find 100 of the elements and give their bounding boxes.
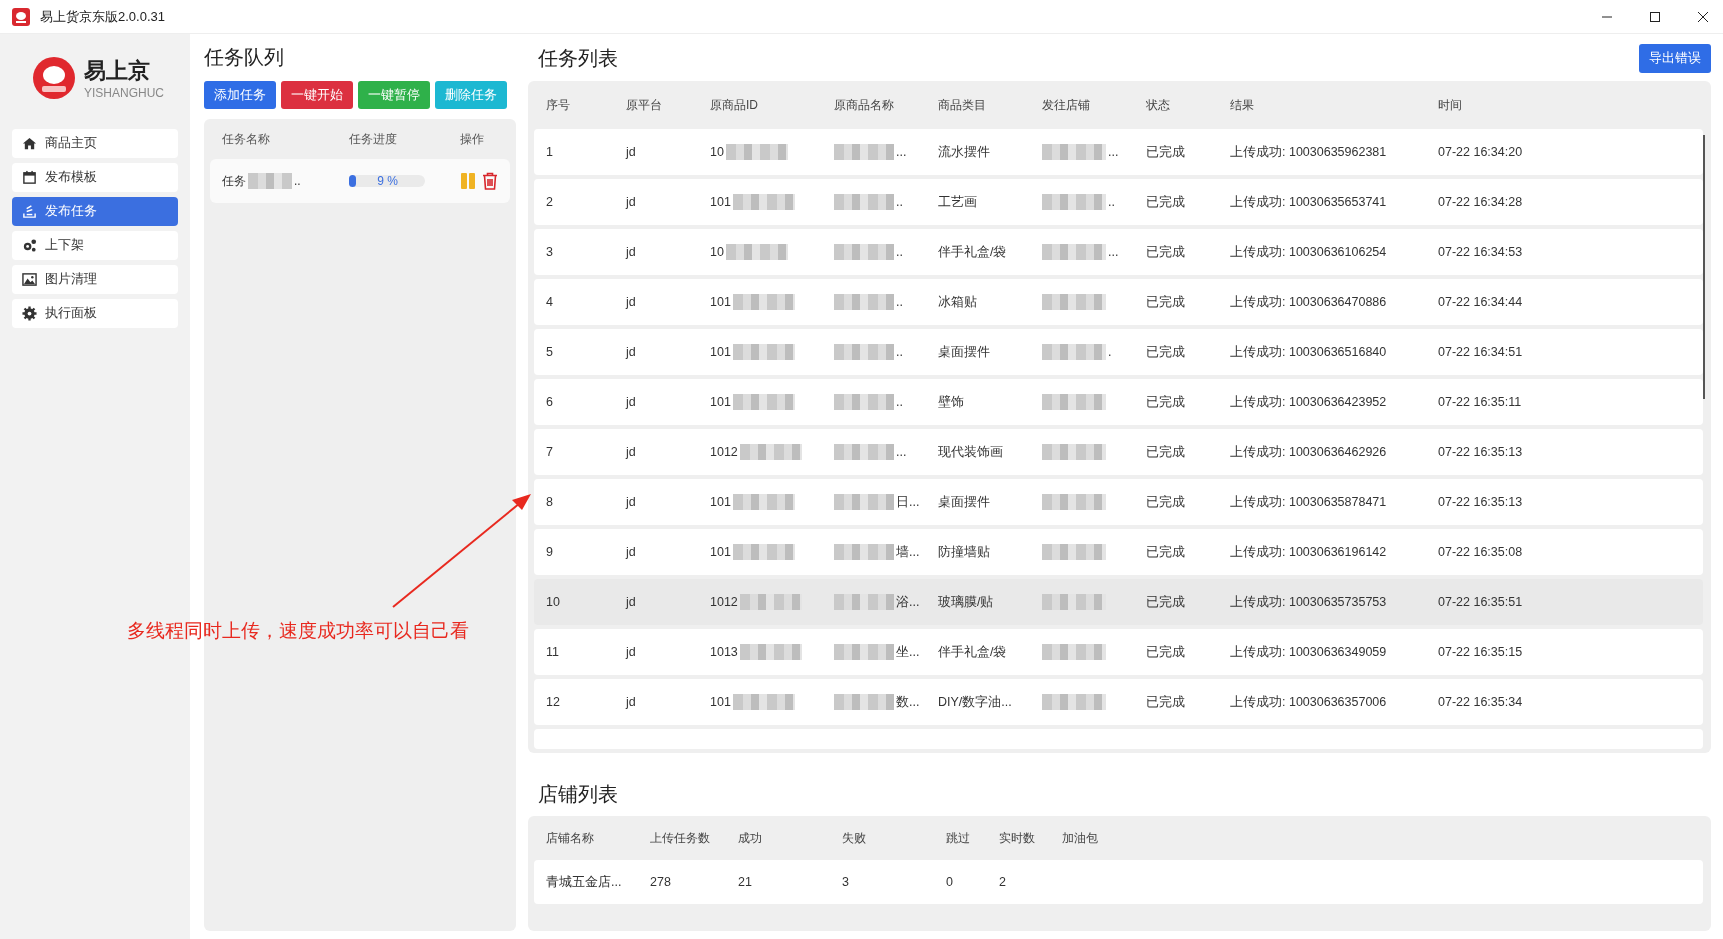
- column-header: 任务进度: [348, 130, 399, 148]
- redaction-blur: [834, 594, 894, 610]
- trash-icon[interactable]: [482, 172, 499, 190]
- table-cell-text: 10: [545, 595, 561, 609]
- sidebar-item[interactable]: 图片清理: [12, 265, 178, 294]
- table-cell-text: 07-22 16:34:28: [1437, 195, 1524, 209]
- table-cell-text: 已完成: [1145, 693, 1186, 711]
- column-header: 成功: [737, 829, 763, 847]
- table-cell-text: 1: [545, 145, 554, 159]
- redaction-blur: [1042, 144, 1106, 160]
- table-cell-text: 青城五金店...: [545, 873, 623, 891]
- table-cell-text: jd: [624, 295, 637, 309]
- action-button[interactable]: 删除任务: [435, 81, 507, 109]
- table-cell: ..: [896, 295, 903, 309]
- table-cell-text: 07-22 16:34:51: [1437, 345, 1524, 359]
- table-cell: ..: [896, 245, 903, 259]
- table-cell-text: 3: [545, 245, 554, 259]
- table-cell: 1012: [710, 445, 738, 459]
- table-cell: 1012: [710, 595, 738, 609]
- table-cell-text: jd: [624, 495, 637, 509]
- column-header: 原商品ID: [709, 96, 759, 114]
- sidebar-item[interactable]: 商品主页: [12, 129, 178, 158]
- redaction-blur: [1042, 394, 1106, 410]
- table-cell-text: 07-22 16:34:53: [1437, 245, 1524, 259]
- column-header: 结果: [1229, 96, 1255, 114]
- brand-name: 易上京: [84, 57, 151, 85]
- table-cell-text: 伴手礼盒/袋: [937, 643, 1008, 661]
- table-cell-text: 上传成功: 10030635735753: [1229, 593, 1388, 611]
- action-button[interactable]: 一键开始: [281, 81, 353, 109]
- scrollbar[interactable]: [1703, 135, 1705, 399]
- maximize-icon[interactable]: [1649, 10, 1661, 23]
- table-cell: 101: [710, 395, 731, 409]
- table-cell-text: 防撞墙贴: [937, 543, 991, 561]
- table-cell-text: 上传成功: 10030636462926: [1229, 443, 1388, 461]
- redaction-blur: [1042, 694, 1106, 710]
- redaction-blur: [739, 644, 802, 660]
- column-header: 上传任务数: [649, 829, 711, 847]
- redaction-blur: [834, 294, 894, 310]
- column-header: 状态: [1145, 96, 1171, 114]
- table-cell: .: [1108, 345, 1112, 359]
- table-cell: ..: [896, 195, 903, 209]
- table-cell-text: 4: [545, 295, 554, 309]
- upload-icon: [22, 204, 37, 219]
- redaction-blur: [1042, 594, 1106, 610]
- sidebar-item[interactable]: 上下架: [12, 231, 178, 260]
- table-cell-text: 0: [945, 875, 954, 889]
- column-header: 任务名称: [221, 130, 271, 148]
- table-cell-text: 07-22 16:35:34: [1437, 695, 1524, 709]
- table-cell: 101: [710, 345, 731, 359]
- sidebar-item[interactable]: 发布模板: [12, 163, 178, 192]
- table-cell: 浴...: [896, 593, 920, 611]
- table-cell-text: 上传成功: 10030636106254: [1229, 243, 1388, 261]
- table-cell-text: 已完成: [1145, 443, 1186, 461]
- redaction-blur: [732, 194, 795, 210]
- table-cell-text: 07-22 16:35:11: [1437, 395, 1523, 409]
- column-header: 店铺名称: [545, 829, 595, 847]
- table-cell-text: 已完成: [1145, 243, 1186, 261]
- redaction-blur: [732, 494, 795, 510]
- column-header: 时间: [1437, 96, 1463, 114]
- table-cell-text: 上传成功: 10030636357006: [1229, 693, 1388, 711]
- column-header: 操作: [459, 130, 486, 148]
- table-cell-text: 07-22 16:35:08: [1437, 545, 1524, 559]
- redaction-blur: [1042, 544, 1106, 560]
- table-cell-text: 已完成: [1145, 293, 1186, 311]
- table-cell: ..: [896, 345, 903, 359]
- table-cell-text: 已完成: [1145, 643, 1186, 661]
- table-cell-text: 12: [545, 695, 561, 709]
- table-cell: 数...: [896, 693, 920, 711]
- table-cell: 101: [710, 695, 731, 709]
- action-button[interactable]: 添加任务: [204, 81, 276, 109]
- table-cell-text: 07-22 16:35:13: [1437, 445, 1524, 459]
- action-button[interactable]: 一键暂停: [358, 81, 430, 109]
- table-cell: 101: [710, 195, 731, 209]
- table-cell-text: 工艺画: [937, 193, 978, 211]
- table-cell-text: 7: [545, 445, 554, 459]
- table-cell: ..: [1108, 195, 1115, 209]
- redaction-blur: [1042, 644, 1106, 660]
- table-cell: ...: [896, 145, 907, 159]
- redaction-blur: [732, 694, 795, 710]
- annotation-text: 多线程同时上传，速度成功率可以自己看: [127, 619, 469, 643]
- redaction-blur: [834, 444, 894, 460]
- table-cell: 101: [710, 495, 731, 509]
- redaction-blur: [732, 544, 795, 560]
- redaction-blur: [834, 394, 894, 410]
- export-button[interactable]: 导出错误: [1639, 44, 1711, 73]
- column-header: 商品类目: [937, 96, 987, 114]
- table-cell-text: jd: [624, 695, 637, 709]
- table-cell-text: jd: [624, 145, 637, 159]
- gear-icon: [22, 306, 37, 321]
- table-cell-text: jd: [624, 645, 637, 659]
- redaction-blur: [725, 144, 788, 160]
- close-icon[interactable]: [1697, 10, 1709, 23]
- table-cell-text: 桌面摆件: [937, 343, 991, 361]
- sidebar-item[interactable]: 发布任务: [12, 197, 178, 226]
- table-cell-text: jd: [624, 395, 637, 409]
- table-cell: 日...: [896, 493, 920, 511]
- table-cell-text: 已完成: [1145, 593, 1186, 611]
- redaction-blur: [739, 594, 802, 610]
- redaction-blur: [725, 244, 788, 260]
- sidebar-item[interactable]: 执行面板: [12, 299, 178, 328]
